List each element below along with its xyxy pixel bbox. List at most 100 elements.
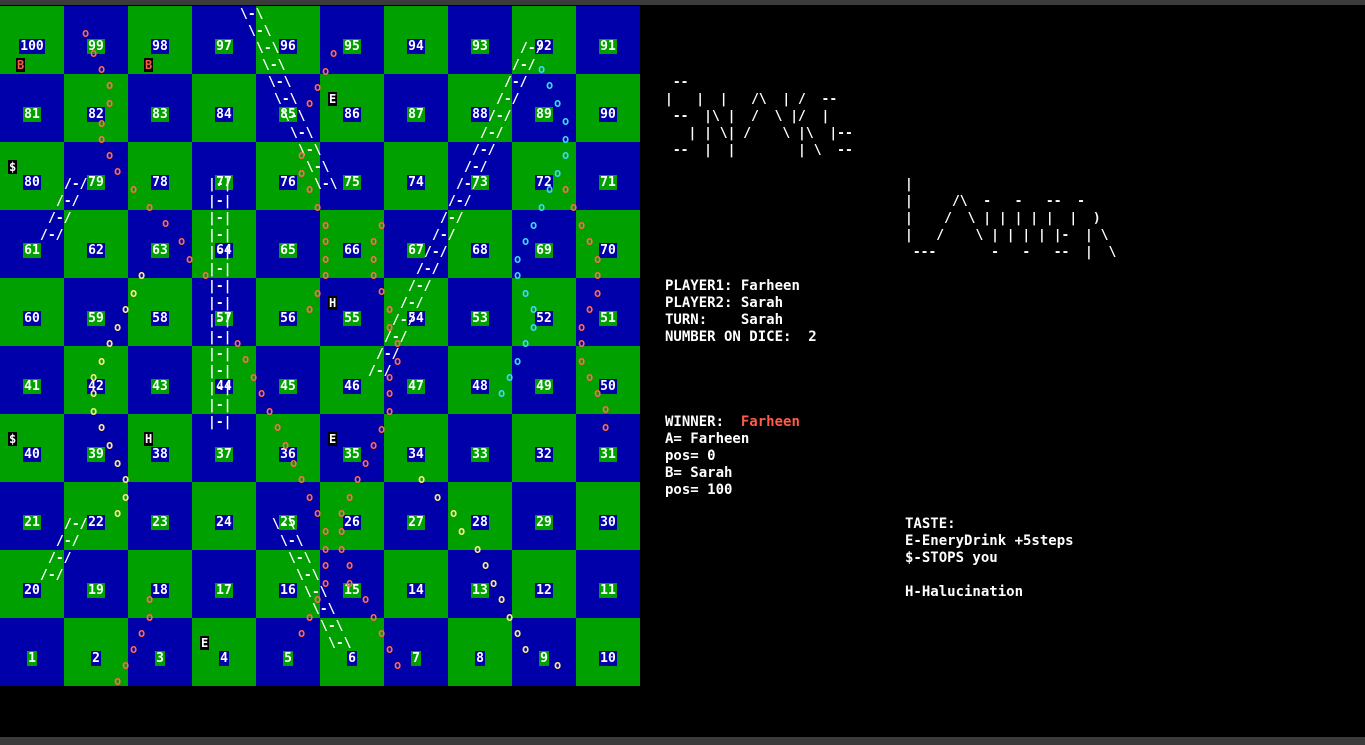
snake-segment: o xyxy=(122,658,130,672)
turn-name: Sarah xyxy=(740,312,784,328)
cell-number: 60 xyxy=(23,311,41,326)
snake-segment: o xyxy=(562,132,570,146)
snake-segment: o xyxy=(578,354,586,368)
snake-segment: o xyxy=(330,46,338,60)
snake-ascii-title: -- | | | /\ | / -- -- |\ | / \ |/ | | | … xyxy=(665,75,853,158)
cell-number: 31 xyxy=(599,447,617,462)
cell-number: 17 xyxy=(215,583,233,598)
snake-segment: o xyxy=(90,386,98,400)
ladder-rail: |-| xyxy=(208,177,232,192)
player1-label: PLAYER1: xyxy=(665,278,733,294)
snake-segment: o xyxy=(306,182,314,196)
snake-segment: o xyxy=(418,472,426,486)
board-cell: 30 xyxy=(576,482,640,550)
snake-segment: o xyxy=(90,46,98,60)
snake-segment: o xyxy=(530,320,538,334)
cell-number: 21 xyxy=(23,515,41,530)
snake-segment: o xyxy=(114,506,122,520)
snake-segment: o xyxy=(306,302,314,316)
player-a-line: A= Farheen xyxy=(665,431,750,447)
snake-segment: o xyxy=(98,116,106,130)
cell-number: 2 xyxy=(91,651,101,666)
board-cell: 13 xyxy=(448,550,512,618)
cell-number: 26 xyxy=(343,515,361,530)
ladder-rail: |-| xyxy=(208,296,232,311)
cell-number: 55 xyxy=(343,311,361,326)
snake-segment: o xyxy=(482,558,490,572)
ladder-segment: \-\ xyxy=(290,126,314,141)
snake-segment: o xyxy=(458,524,466,538)
snake-segment: o xyxy=(562,148,570,162)
board-cell: 98 xyxy=(128,6,192,74)
snake-segment: o xyxy=(554,166,562,180)
snake-segment: o xyxy=(434,490,442,504)
cell-number: 19 xyxy=(87,583,105,598)
cell-number: 45 xyxy=(279,379,297,394)
board-cell: 32 xyxy=(512,414,576,482)
snake-segment: o xyxy=(114,320,122,334)
cell-number: 58 xyxy=(151,311,169,326)
board-cell: 95 xyxy=(320,6,384,74)
board-cell: 38 xyxy=(128,414,192,482)
snake-segment: o xyxy=(314,592,322,606)
cell-number: 87 xyxy=(407,107,425,122)
ladder-rail: |-| xyxy=(208,279,232,294)
snake-segment: o xyxy=(450,506,458,520)
cell-number: 81 xyxy=(23,107,41,122)
snake-segment: o xyxy=(242,352,250,366)
snake-segment: o xyxy=(138,268,146,282)
ladder-segment: /-/ xyxy=(400,296,424,311)
stop-marker: $ xyxy=(8,160,18,174)
ladder-rail: |-| xyxy=(208,415,232,430)
board-cell: 8 xyxy=(448,618,512,686)
ladder-segment: \-\ xyxy=(268,75,292,90)
cell-number: 94 xyxy=(407,39,425,54)
snake-segment: o xyxy=(378,422,386,436)
winner-row: WINNER: Farheen xyxy=(665,414,800,431)
ladder-rail: |-| xyxy=(208,262,232,277)
snake-segment: o xyxy=(114,674,122,686)
snake-segment: o xyxy=(498,386,506,400)
board-cell: 99 xyxy=(64,6,128,74)
snake-segment: o xyxy=(578,336,586,350)
ladder-segment: \-\ xyxy=(274,92,298,107)
player-b-pos: pos= 100 xyxy=(665,482,733,498)
snake-segment: o xyxy=(386,642,394,656)
board-cell: 1 xyxy=(0,618,64,686)
cell-number: 11 xyxy=(599,583,617,598)
energy-marker: E xyxy=(328,92,338,106)
snake-segment: o xyxy=(514,252,522,266)
board-cell: 59 xyxy=(64,278,128,346)
snake-segment: o xyxy=(602,402,610,416)
cell-number: 47 xyxy=(407,379,425,394)
snake-segment: o xyxy=(546,78,554,92)
board-cell: 11 xyxy=(576,550,640,618)
ladder-segment: \-\ xyxy=(306,160,330,175)
snake-segment: o xyxy=(146,200,154,214)
ladder-segment: \-\ xyxy=(272,517,296,532)
ladder-rail: |-| xyxy=(208,330,232,345)
snake-segment: o xyxy=(98,354,106,368)
snake-segment: o xyxy=(138,626,146,640)
snake-segment: o xyxy=(298,148,306,162)
cell-number: 34 xyxy=(407,447,425,462)
snake-segment: o xyxy=(186,252,194,266)
board-cell: 78 xyxy=(128,142,192,210)
board-cell: 23 xyxy=(128,482,192,550)
game-board: 100 99 98 97 96 95 94 93 92 91 81 82 83 84 85 86 87 88 89 9… xyxy=(0,6,641,686)
cell-number: 24 xyxy=(215,515,233,530)
cell-number: 68 xyxy=(471,243,489,258)
snake-segment: o xyxy=(594,386,602,400)
cell-number: 5 xyxy=(283,651,293,666)
board-cell: 58 xyxy=(128,278,192,346)
cell-number: 10 xyxy=(599,651,617,666)
ladder-segment: /-/ xyxy=(448,194,472,209)
cell-number: 80 xyxy=(23,175,41,190)
ladder-ascii-title: | | /\ - - -- - | / \ | | | | | | ) | / … xyxy=(905,177,1117,260)
dice-value: 2 xyxy=(808,329,817,345)
snake-segment: o xyxy=(98,420,106,434)
board-cell: 19 xyxy=(64,550,128,618)
snake-segment: o xyxy=(370,268,378,282)
snake-segment: o xyxy=(370,234,378,248)
snake-segment: o xyxy=(530,218,538,232)
